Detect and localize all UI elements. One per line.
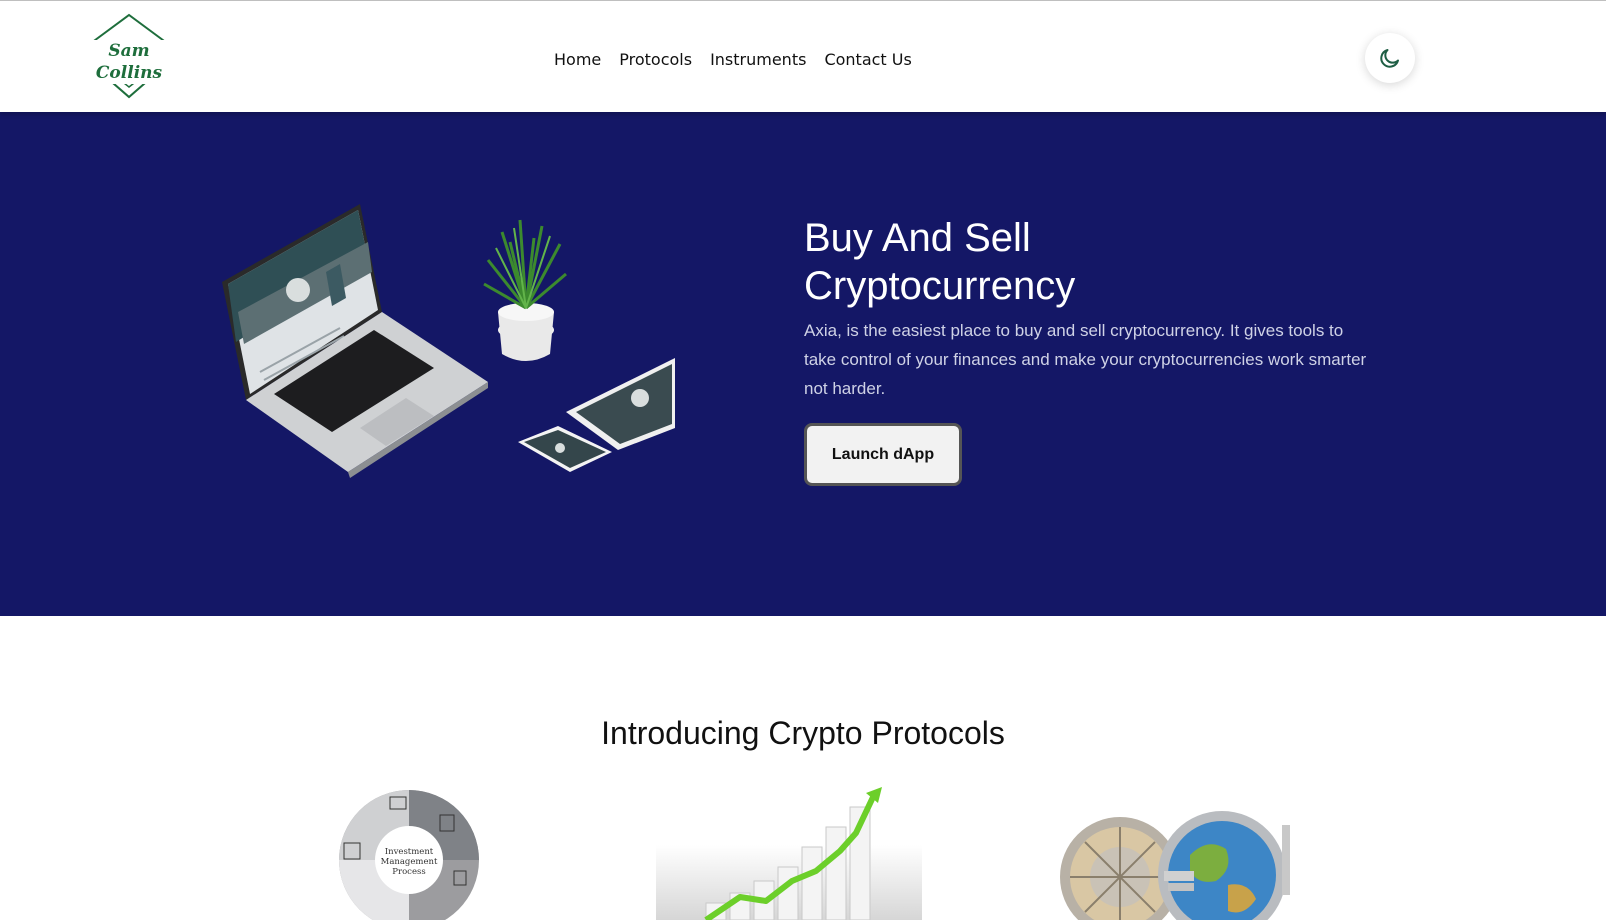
nav-instruments[interactable]: Instruments (710, 50, 806, 69)
process-center-label: Investment Management Process (380, 847, 438, 877)
vault-globe-image (1058, 785, 1293, 920)
moon-icon (1380, 49, 1399, 68)
nav-protocols[interactable]: Protocols (619, 50, 692, 69)
hero-title-line2: Cryptocurrency (804, 264, 1076, 308)
hero-title-line1: Buy And Sell (804, 216, 1031, 260)
logo-text: Sam Collins (80, 40, 178, 84)
nav-home[interactable]: Home (554, 50, 601, 69)
hero-section: Buy And Sell Cryptocurrency Axia, is the… (0, 112, 1606, 616)
hero-title: Buy And Sell Cryptocurrency (804, 214, 1364, 310)
investment-process-image: Investment Management Process (336, 785, 482, 920)
theme-toggle-button[interactable] (1365, 33, 1415, 83)
launch-dapp-button[interactable]: Launch dApp (804, 423, 962, 486)
site-header: Sam Collins Home Protocols Instruments C… (0, 0, 1606, 112)
nav-contact-us[interactable]: Contact Us (824, 50, 911, 69)
growth-chart-image (656, 785, 922, 920)
main-nav: Home Protocols Instruments Contact Us (554, 50, 912, 69)
logo[interactable]: Sam Collins (80, 13, 178, 101)
section-title: Introducing Crypto Protocols (601, 715, 1005, 751)
devices-illustration (222, 204, 675, 478)
hero-description: Axia, is the easiest place to buy and se… (804, 321, 1367, 398)
